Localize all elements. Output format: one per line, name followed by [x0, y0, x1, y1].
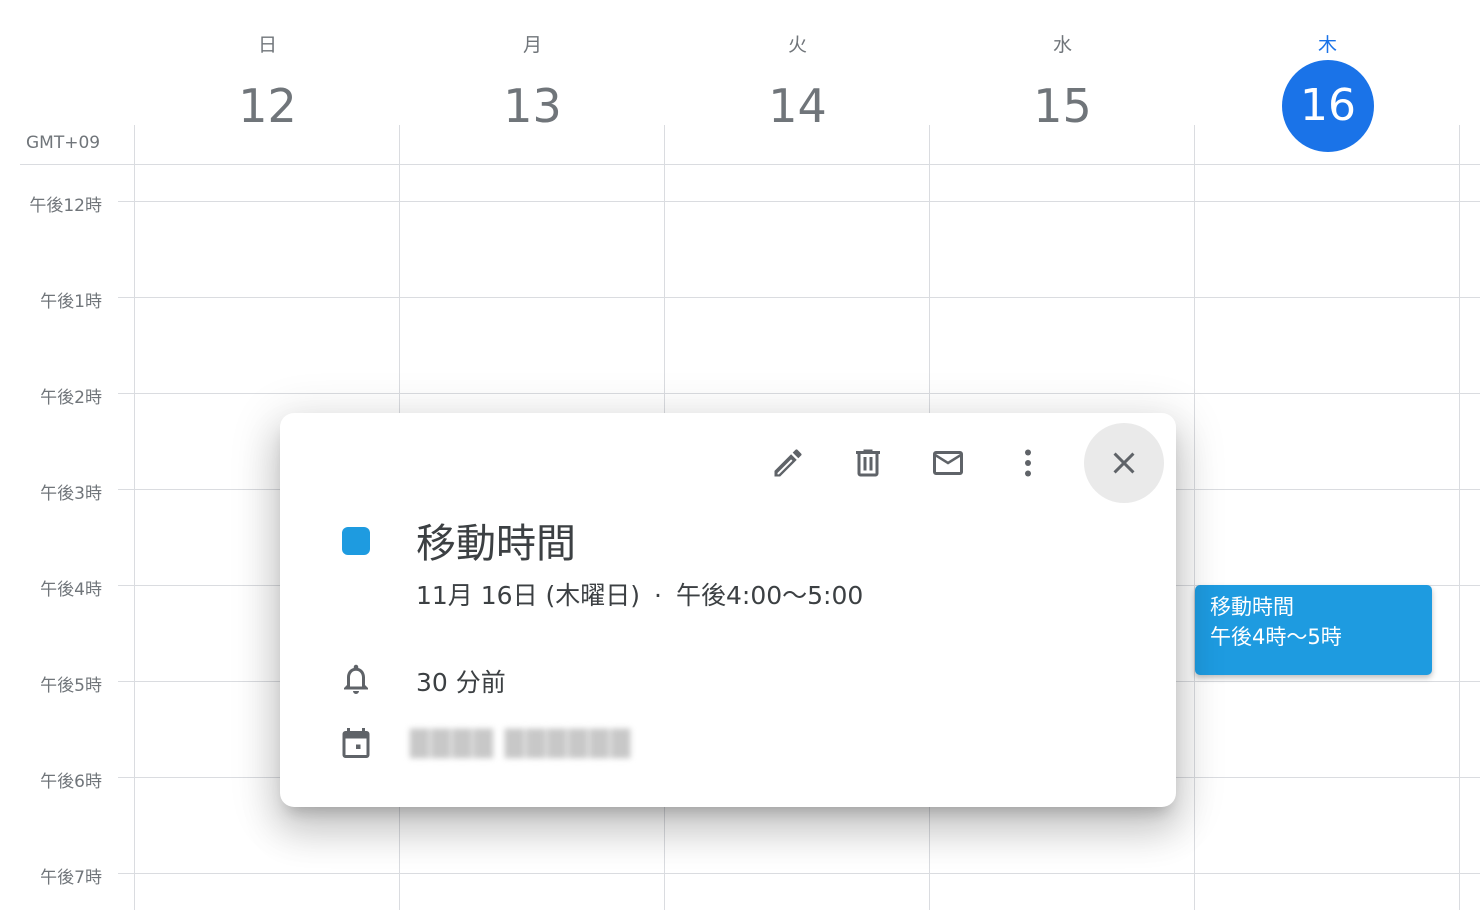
day-column-divider	[134, 125, 135, 910]
hour-label: 午後1時	[40, 292, 102, 312]
event-time-range: 午後4:00〜5:00	[675, 581, 864, 610]
day-number[interactable]: 12	[135, 76, 400, 136]
day-number[interactable]: 13	[400, 76, 665, 136]
day-column-divider	[1459, 125, 1460, 910]
day-header-mon[interactable]: 月 13	[400, 0, 665, 165]
hour-line	[118, 393, 1480, 394]
hour-line	[118, 873, 1480, 874]
event-datetime: 11月 16日 (木曜日) · 午後4:00〜5:00	[416, 576, 863, 612]
mail-icon	[933, 451, 963, 475]
calendar-row-icon	[338, 725, 374, 761]
day-header-thu-today[interactable]: 木 16	[1195, 0, 1460, 165]
hour-label: 午後5時	[40, 676, 102, 696]
day-of-week: 水	[1052, 34, 1072, 56]
day-of-week: 月	[522, 34, 542, 56]
calendar-name: ████ ██████	[410, 729, 633, 758]
hour-label: 午後7時	[40, 868, 102, 888]
trash-icon	[856, 449, 880, 477]
email-guests-button[interactable]	[908, 423, 988, 503]
event-chip-title: 移動時間	[1210, 595, 1294, 619]
more-vert-icon	[1025, 449, 1031, 477]
day-column-divider	[1194, 125, 1195, 910]
reminder-text: 30 分前	[416, 668, 506, 697]
hour-line	[118, 201, 1480, 202]
day-header-sun[interactable]: 日 12	[135, 0, 400, 165]
hour-line	[118, 297, 1480, 298]
event-detail-popup: 移動時間 11月 16日 (木曜日) · 午後4:00〜5:00 30 分前 ███…	[280, 413, 1176, 807]
day-of-week: 木	[1317, 34, 1337, 56]
day-number[interactable]: 14	[665, 76, 930, 136]
hour-label: 午後2時	[40, 388, 102, 408]
day-of-week: 日	[257, 34, 277, 56]
event-chip-time: 午後4時〜5時	[1210, 625, 1342, 649]
close-icon	[1113, 452, 1135, 474]
delete-event-button[interactable]	[828, 423, 908, 503]
day-header-wed[interactable]: 水 15	[930, 0, 1195, 165]
event-chip[interactable]: 移動時間 午後4時〜5時	[1195, 585, 1432, 675]
timezone-label: GMT+09	[26, 133, 101, 153]
separator-dot: ·	[654, 581, 662, 610]
calendar-icon	[342, 728, 370, 758]
edit-event-button[interactable]	[748, 423, 828, 503]
today-day-number[interactable]: 16	[1282, 60, 1374, 152]
reminder-row-icon	[338, 661, 374, 697]
event-color-swatch	[342, 527, 370, 555]
more-options-button[interactable]	[988, 423, 1068, 503]
hour-label: 午後4時	[40, 580, 102, 600]
event-title: 移動時間	[416, 521, 576, 567]
event-date: 11月 16日 (木曜日)	[416, 581, 641, 610]
hour-label: 午後6時	[40, 772, 102, 792]
day-header-tue[interactable]: 火 14	[665, 0, 930, 165]
header-divider	[20, 164, 1480, 165]
bell-icon	[344, 664, 368, 694]
day-number[interactable]: 15	[930, 76, 1195, 136]
hour-label: 午後12時	[29, 196, 102, 216]
pencil-icon	[774, 449, 802, 477]
day-of-week: 火	[787, 34, 807, 56]
hour-label: 午後3時	[40, 484, 102, 504]
close-popup-button[interactable]	[1084, 423, 1164, 503]
